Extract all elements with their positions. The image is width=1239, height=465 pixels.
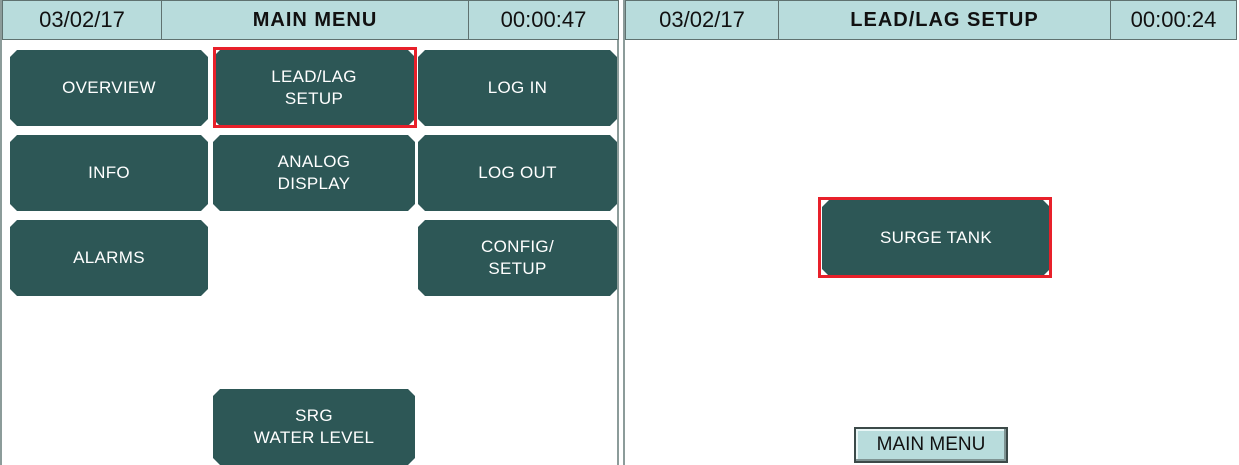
lead-lag-setup-screen: 03/02/17 LEAD/LAG SETUP 00:00:24 SURGE T… xyxy=(623,0,1239,465)
srg-water-level-button[interactable]: SRG WATER LEVEL xyxy=(213,389,415,465)
lead-lag-setup-button[interactable]: LEAD/LAG SETUP xyxy=(213,50,415,126)
overview-button[interactable]: OVERVIEW xyxy=(10,50,208,126)
main-menu-screen: 03/02/17 MAIN MENU 00:00:47 OVERVIEW LEA… xyxy=(0,0,619,465)
surge-tank-button[interactable]: SURGE TANK xyxy=(822,200,1050,276)
time-display: 00:00:24 xyxy=(1110,0,1237,40)
log-in-button[interactable]: LOG IN xyxy=(418,50,617,126)
date-display: 03/02/17 xyxy=(2,0,162,40)
header-bar: 03/02/17 LEAD/LAG SETUP 00:00:24 xyxy=(625,0,1239,42)
date-display: 03/02/17 xyxy=(625,0,779,40)
screen-title: LEAD/LAG SETUP xyxy=(778,0,1111,40)
config-setup-button[interactable]: CONFIG/ SETUP xyxy=(418,220,617,296)
analog-display-button[interactable]: ANALOG DISPLAY xyxy=(213,135,415,211)
header-bar: 03/02/17 MAIN MENU 00:00:47 xyxy=(2,0,619,42)
log-out-button[interactable]: LOG OUT xyxy=(418,135,617,211)
alarms-button[interactable]: ALARMS xyxy=(10,220,208,296)
screen-title: MAIN MENU xyxy=(161,0,469,40)
info-button[interactable]: INFO xyxy=(10,135,208,211)
main-menu-button[interactable]: MAIN MENU xyxy=(854,427,1008,463)
time-display: 00:00:47 xyxy=(468,0,619,40)
